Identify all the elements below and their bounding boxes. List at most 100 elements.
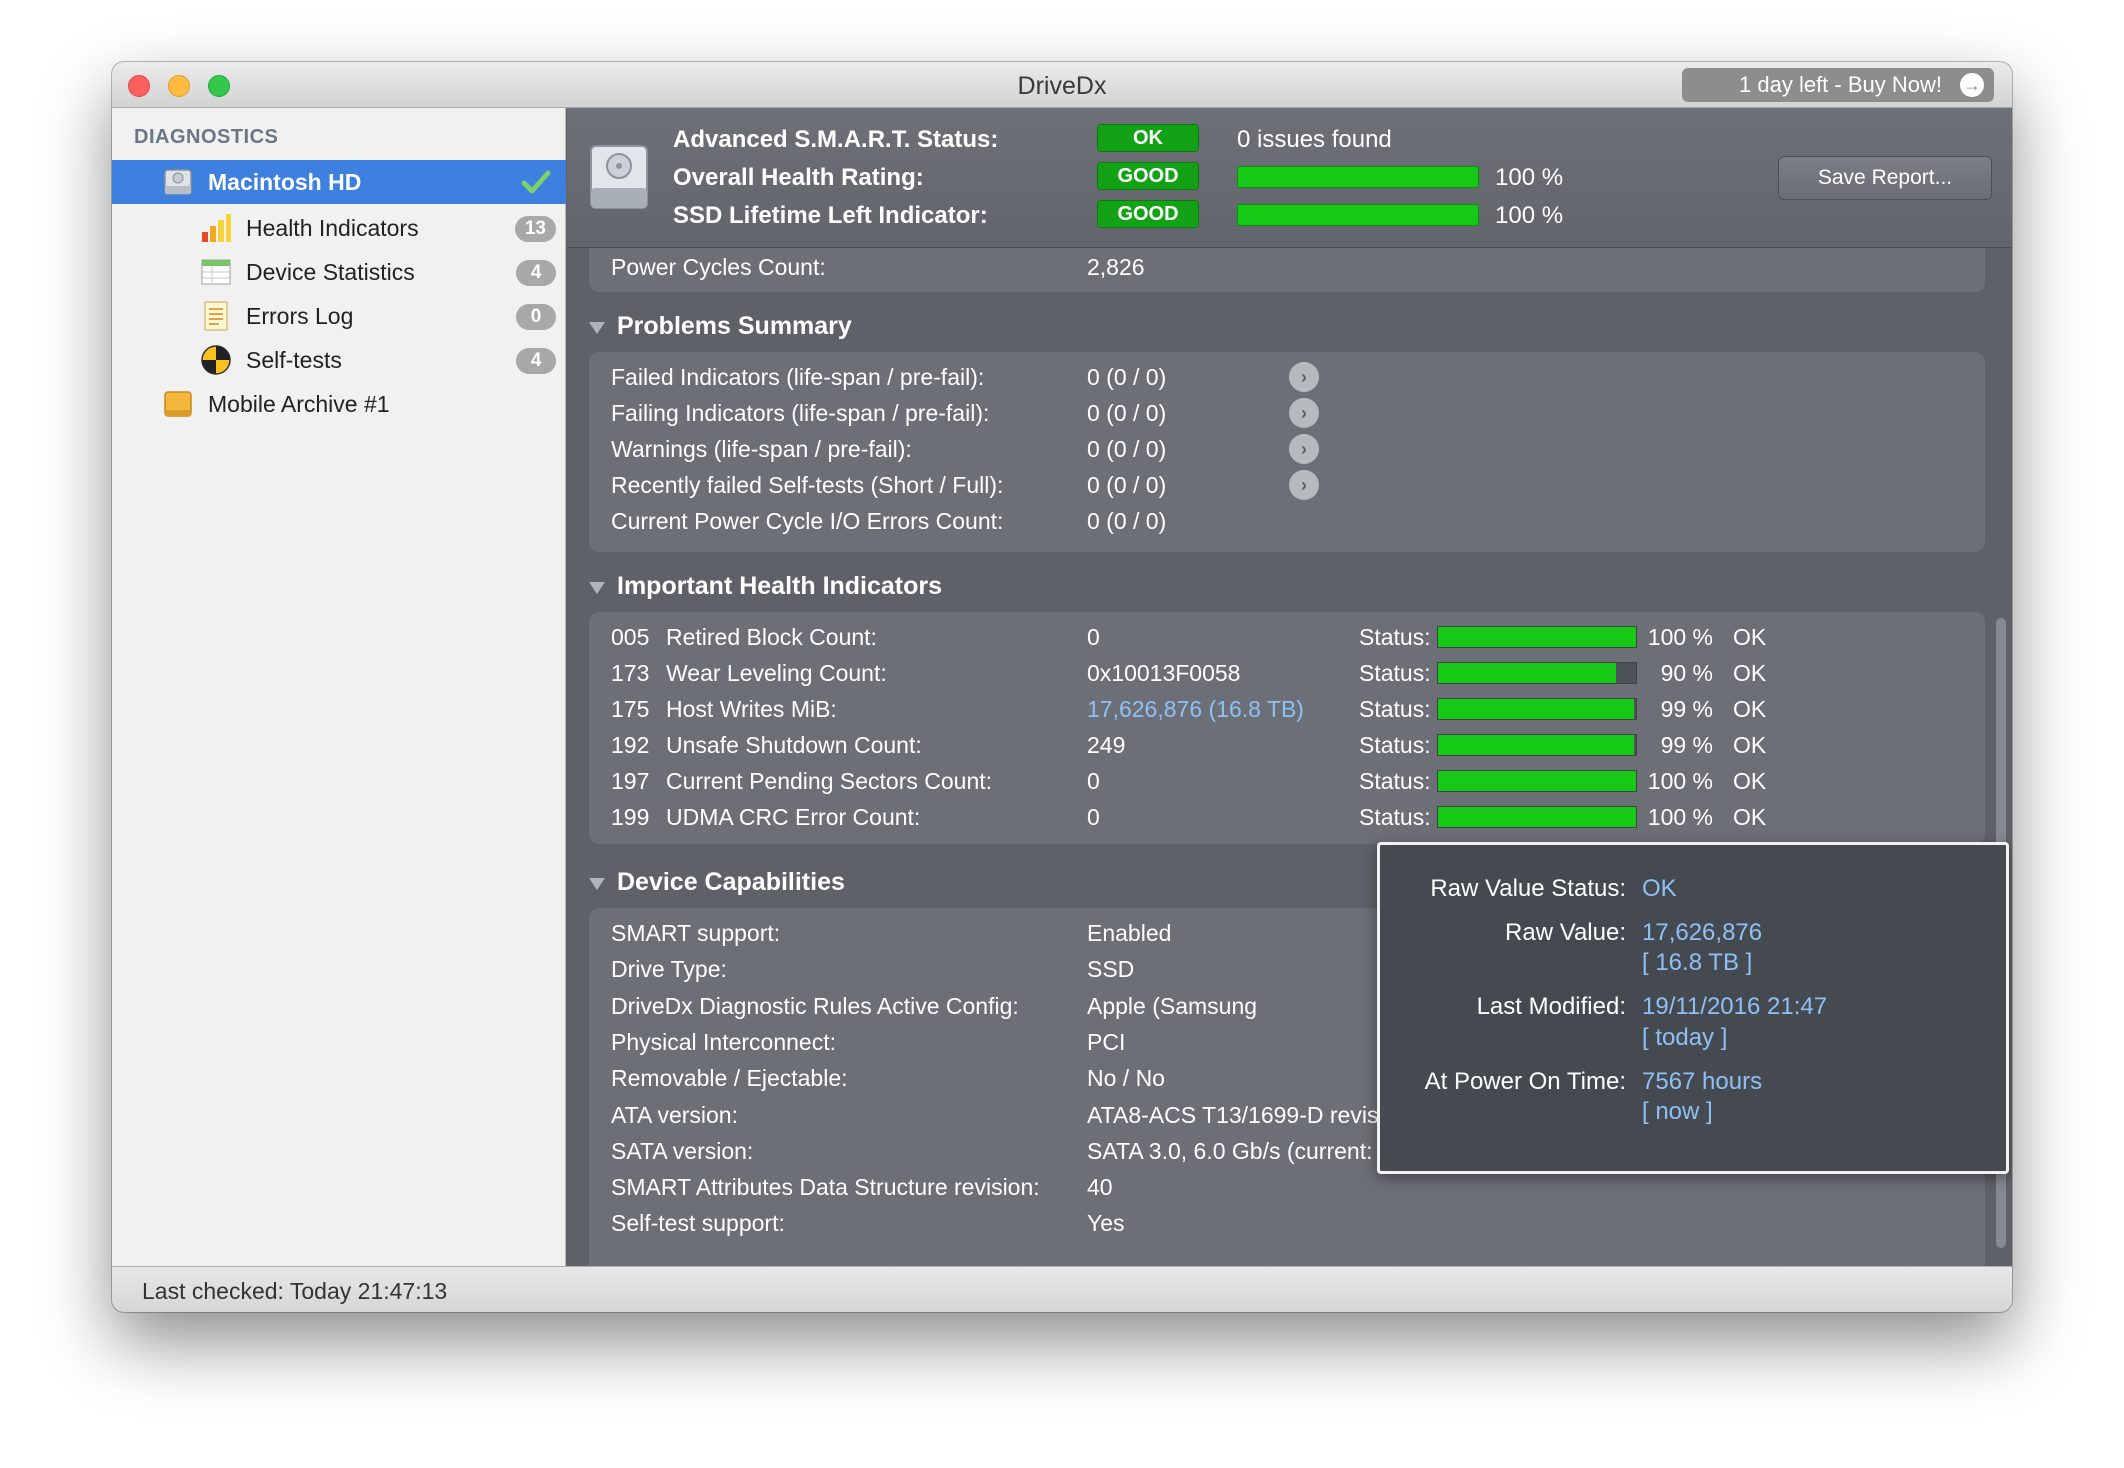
sidebar-item-macintosh-hd[interactable]: Macintosh HD [112, 160, 566, 204]
buy-now-label: 1 day left - Buy Now! [1739, 72, 1942, 97]
problem-value: 0 (0 / 0) [1087, 508, 1167, 534]
go-arrow-icon[interactable]: › [1289, 434, 1319, 464]
count-badge: 4 [516, 348, 556, 374]
indicator-status-label: Status: [1359, 732, 1431, 758]
tooltip-raw-value: 17,626,876 [1642, 919, 1763, 946]
indicator-health-bar-fill [1438, 699, 1635, 719]
smart-status-badge: OK [1097, 124, 1199, 152]
go-arrow-icon[interactable]: › [1289, 470, 1319, 500]
health-rating-label: Overall Health Rating: [673, 164, 924, 191]
disclosure-triangle-icon[interactable] [589, 582, 605, 594]
indicator-id: 175 [611, 696, 650, 722]
disclosure-triangle-icon[interactable] [589, 322, 605, 334]
indicator-id: 005 [611, 624, 650, 650]
capability-value: SSD [1087, 956, 1135, 983]
health-indicators-group: 005 Retired Block Count: 0 Status: 100 % OK 17… [589, 612, 1985, 844]
tooltip-status-value: OK [1642, 875, 1677, 902]
health-rating-percent: 100 % [1495, 164, 1564, 191]
indicator-id: 199 [611, 804, 650, 830]
tooltip-modified-value: 19/11/2016 21:47 [1642, 993, 1828, 1020]
indicator-label: Wear Leveling Count: [666, 660, 887, 686]
indicator-percent: 100 % [1647, 768, 1713, 794]
capability-value: No / No [1087, 1065, 1165, 1092]
count-badge: 0 [516, 304, 556, 330]
section-title-capabilities: Device Capabilities [617, 868, 845, 896]
sidebar: DIAGNOSTICS Macintosh HD Health Indicato… [112, 108, 566, 1266]
indicator-health-bar-fill [1438, 663, 1617, 683]
sidebar-header: DIAGNOSTICS [134, 126, 279, 148]
capability-value: 40 [1087, 1174, 1113, 1201]
indicator-percent: 100 % [1647, 804, 1713, 830]
indicator-value: 0x10013F0058 [1087, 660, 1241, 686]
indicator-percent: 100 % [1647, 624, 1713, 650]
smart-status-label: Advanced S.M.A.R.T. Status: [673, 126, 999, 153]
indicator-value: 249 [1087, 732, 1126, 758]
disclosure-triangle-icon[interactable] [589, 878, 605, 890]
sidebar-item-label: Macintosh HD [208, 168, 362, 195]
indicator-health-bar [1437, 770, 1637, 792]
indicator-id: 173 [611, 660, 650, 686]
status-bar: Last checked: Today 21:47:13 [112, 1266, 2012, 1312]
test-target-icon [201, 345, 231, 375]
health-rating-badge: GOOD [1097, 162, 1199, 190]
go-arrow-icon[interactable]: › [1289, 398, 1319, 428]
buy-now-button[interactable]: 1 day left - Buy Now! → [1682, 68, 1994, 102]
sidebar-item-label: Errors Log [246, 302, 354, 329]
save-report-button[interactable]: Save Report... [1778, 156, 1992, 200]
capability-label: SATA version: [611, 1137, 754, 1164]
capability-label: SMART support: [611, 920, 781, 946]
indicator-value: 0 [1087, 804, 1100, 830]
capability-label: DriveDx Diagnostic Rules Active Config: [611, 992, 1019, 1019]
indicator-health-bar [1437, 806, 1637, 828]
indicator-state: OK [1733, 624, 1767, 650]
indicator-health-bar [1437, 734, 1637, 756]
indicator-value: 0 [1087, 624, 1100, 650]
document-icon [204, 301, 228, 331]
sidebar-item-mobile-archive[interactable]: Mobile Archive #1 [112, 382, 566, 426]
arrow-right-icon: → [1960, 73, 1984, 97]
indicator-state: OK [1733, 660, 1767, 686]
stat-value: 2,826 [1087, 254, 1145, 280]
indicator-health-bar-fill [1438, 807, 1636, 827]
ssd-lifetime-percent: 100 % [1495, 202, 1564, 229]
section-title-health: Important Health Indicators [617, 572, 943, 600]
indicator-status-label: Status: [1359, 624, 1431, 650]
problem-label: Failed Indicators (life-span / pre-fail)… [611, 364, 985, 390]
sidebar-item-device-statistics[interactable]: Device Statistics 4 [112, 250, 566, 294]
problem-value: 0 (0 / 0) [1087, 400, 1167, 426]
tooltip-power-sub: [ now ] [1642, 1098, 1713, 1125]
indicator-status-label: Status: [1359, 660, 1431, 686]
indicator-health-bar [1437, 698, 1637, 720]
go-arrow-icon[interactable]: › [1289, 362, 1319, 392]
sidebar-item-self-tests[interactable]: Self-tests 4 [112, 338, 566, 382]
count-badge: 4 [516, 260, 556, 286]
sidebar-item-label: Health Indicators [246, 214, 419, 241]
sidebar-item-health-indicators[interactable]: Health Indicators 13 [112, 206, 566, 250]
table-icon [201, 259, 231, 285]
raw-value-tooltip: Raw Value Status: OK Raw Value: 17,626,8… [1377, 842, 2009, 1174]
ssd-lifetime-label: SSD Lifetime Left Indicator: [673, 202, 988, 229]
capability-label: ATA version: [611, 1101, 738, 1128]
problem-label: Current Power Cycle I/O Errors Count: [611, 508, 1004, 534]
tooltip-modified-label: Last Modified: [1476, 993, 1626, 1020]
indicator-health-bar-fill [1438, 771, 1636, 791]
indicator-status-label: Status: [1359, 768, 1431, 794]
tooltip-status-label: Raw Value Status: [1430, 875, 1626, 902]
checkmark-icon [521, 170, 551, 194]
indicator-value[interactable]: 17,626,876 (16.8 TB) [1087, 696, 1304, 723]
problem-label: Warnings (life-span / pre-fail): [611, 436, 912, 462]
capability-value: Apple (Samsung [1087, 992, 1258, 1019]
sidebar-item-errors-log[interactable]: Errors Log 0 [112, 294, 566, 338]
problem-value: 0 (0 / 0) [1087, 472, 1167, 498]
health-rating-bar [1237, 166, 1479, 188]
indicator-percent: 90 % [1660, 660, 1713, 686]
indicator-health-bar [1437, 662, 1637, 684]
sidebar-item-label: Mobile Archive #1 [208, 390, 390, 417]
indicator-id: 192 [611, 732, 650, 758]
problem-label: Failing Indicators (life-span / pre-fail… [611, 400, 990, 426]
summary-header: Advanced S.M.A.R.T. Status: OK 0 issues … [567, 108, 2012, 248]
indicator-health-bar [1437, 626, 1637, 648]
indicator-percent: 99 % [1660, 732, 1713, 758]
tooltip-raw-label: Raw Value: [1505, 919, 1626, 946]
capability-label: SMART Attributes Data Structure revision… [611, 1174, 1040, 1201]
